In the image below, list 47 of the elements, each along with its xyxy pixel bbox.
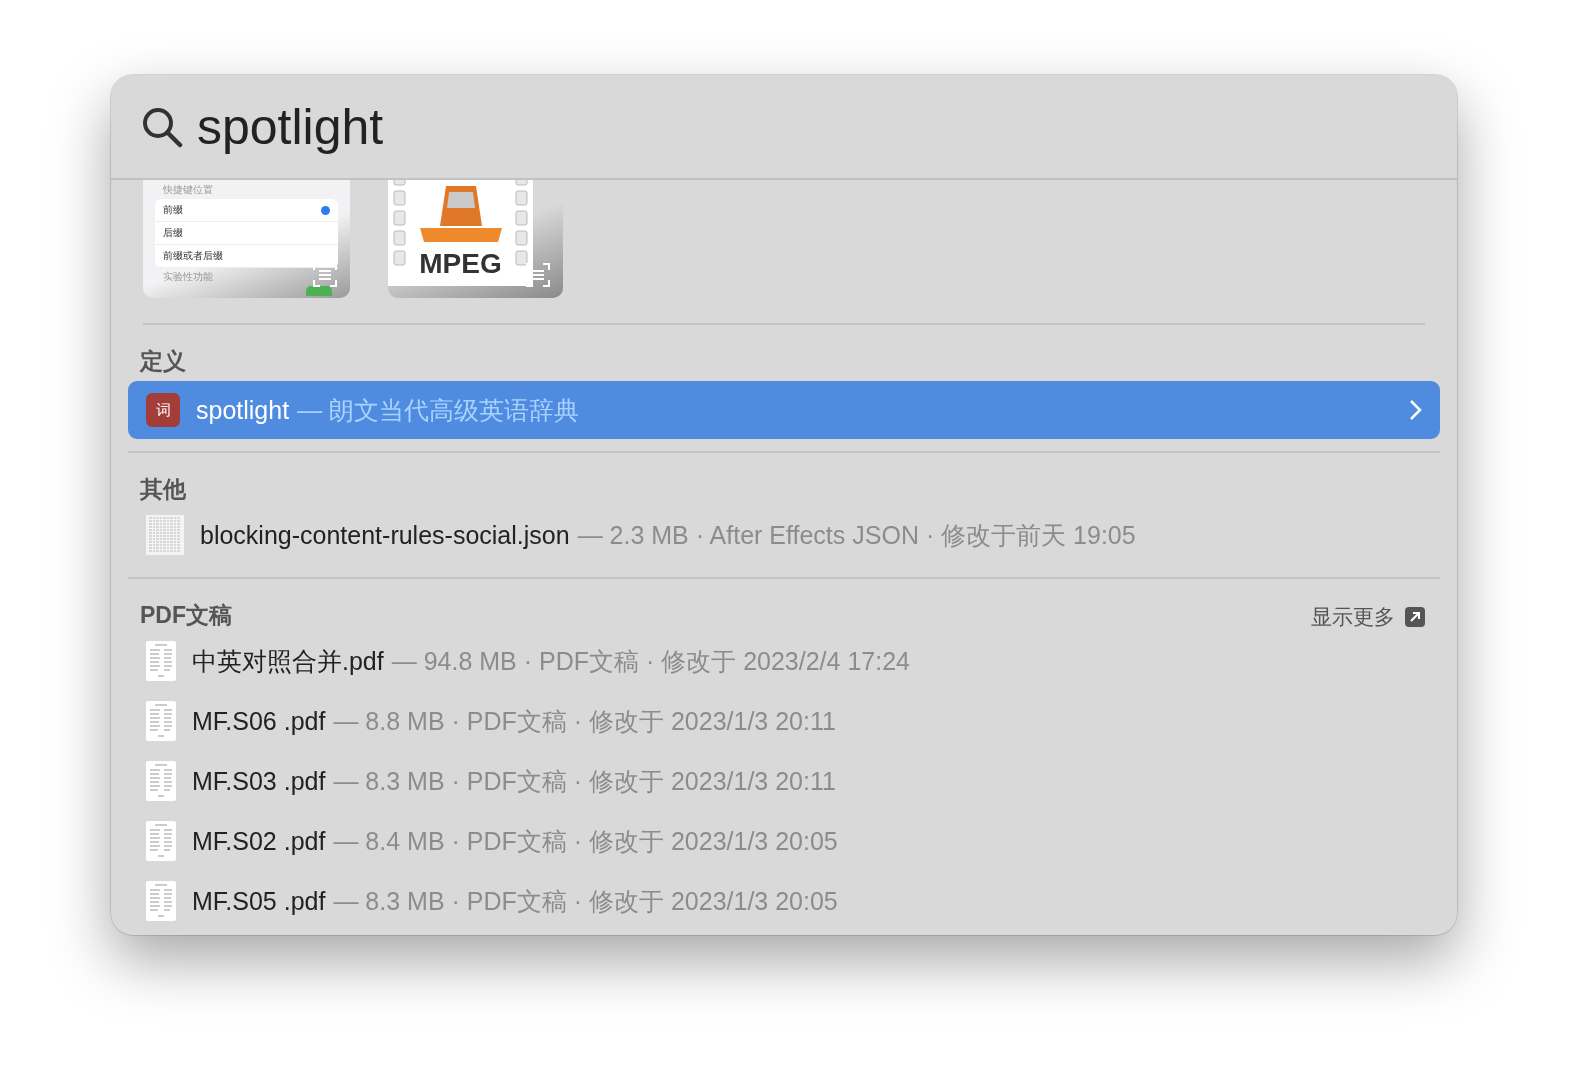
result-title: 中英对照合并.pdf [192,645,384,677]
result-title: MF.S05 .pdf [192,886,326,916]
result-title: MF.S03 .pdf [192,766,326,796]
result-title: MF.S02 .pdf [192,826,326,856]
result-detail: — 8.3 MB · PDF文稿 · 修改于 2023/1/3 20:05 [333,885,838,917]
result-title: MF.S06 .pdf [192,706,326,736]
external-link-icon [1405,607,1425,627]
pdf-page-icon [146,761,176,801]
pdf-page-icon [146,821,176,861]
settings-header: 实验性功能 [162,271,214,283]
option-label: 前缀 [163,203,183,217]
check-icon [321,205,330,215]
text-scan-icon [312,262,338,288]
result-row[interactable]: MF.S03 .pdf — 8.3 MB · PDF文稿 · 修改于 2023/1/3 20:11 [128,751,1440,811]
pdf-page-icon [146,701,176,741]
result-detail: — 94.8 MB · PDF文稿 · 修改于 2023/2/4 17:24 [391,645,910,677]
result-detail: — 2.3 MB · After Effects JSON · 修改于前天 19:05 [577,519,1136,551]
result-row[interactable]: blocking-content-rules-social.json — 2.3 MB · After Effects JSON · 修改于前天 19:05 [128,505,1440,565]
result-row[interactable]: MF.S05 .pdf — 8.3 MB · PDF文稿 · 修改于 2023/1/3 20:05 [128,871,1440,931]
result-row[interactable]: MF.S06 .pdf — 8.8 MB · PDF文稿 · 修改于 2023/1/3 20:11 [128,691,1440,751]
section-title: 定义 [140,347,186,376]
result-row[interactable]: 词 spotlight — 朗文当代高级英语辞典 [128,381,1440,439]
result-row[interactable]: 中英对照合并.pdf — 94.8 MB · PDF文稿 · 修改于 2023/2/4 17:24 [128,631,1440,691]
video-thumbnail[interactable]: MPEG [388,180,563,298]
result-detail: — 8.4 MB · PDF文稿 · 修改于 2023/1/3 20:05 [333,825,838,857]
option-label: 后缀 [163,226,183,240]
search-field[interactable]: spotlight [197,97,797,156]
result-title: blocking-content-rules-social.json [200,520,570,550]
result-detail: — 8.3 MB · PDF文稿 · 修改于 2023/1/3 20:11 [333,765,836,797]
result-title: spotlight [196,395,290,425]
search-icon [141,105,183,148]
format-label: MPEG [419,248,502,280]
result-detail: — 8.8 MB · PDF文稿 · 修改于 2023/1/3 20:11 [333,705,836,737]
result-detail: — 朗文当代高级英语辞典 [297,394,580,426]
chevron-icon [1408,399,1422,421]
text-file-icon [146,515,184,555]
screenshot-thumbnail[interactable]: 快捷键位置 前缀 后缀 前缀或者后缀 实验性功能 [143,180,350,298]
settings-header: 快捷键位置 [162,184,214,196]
section-title: PDF文稿 [140,601,232,630]
pdf-page-icon [146,881,176,921]
section-title: 其他 [140,475,186,504]
show-more-link[interactable]: 显示更多 [1311,603,1425,631]
dictionary-icon: 词 [146,393,180,427]
result-row[interactable]: MF.S02 .pdf — 8.4 MB · PDF文稿 · 修改于 2023/1/3 20:05 [128,811,1440,871]
text-scan-icon [525,262,551,288]
option-label: 前缀或者后缀 [163,249,223,263]
pdf-page-icon [146,641,176,681]
